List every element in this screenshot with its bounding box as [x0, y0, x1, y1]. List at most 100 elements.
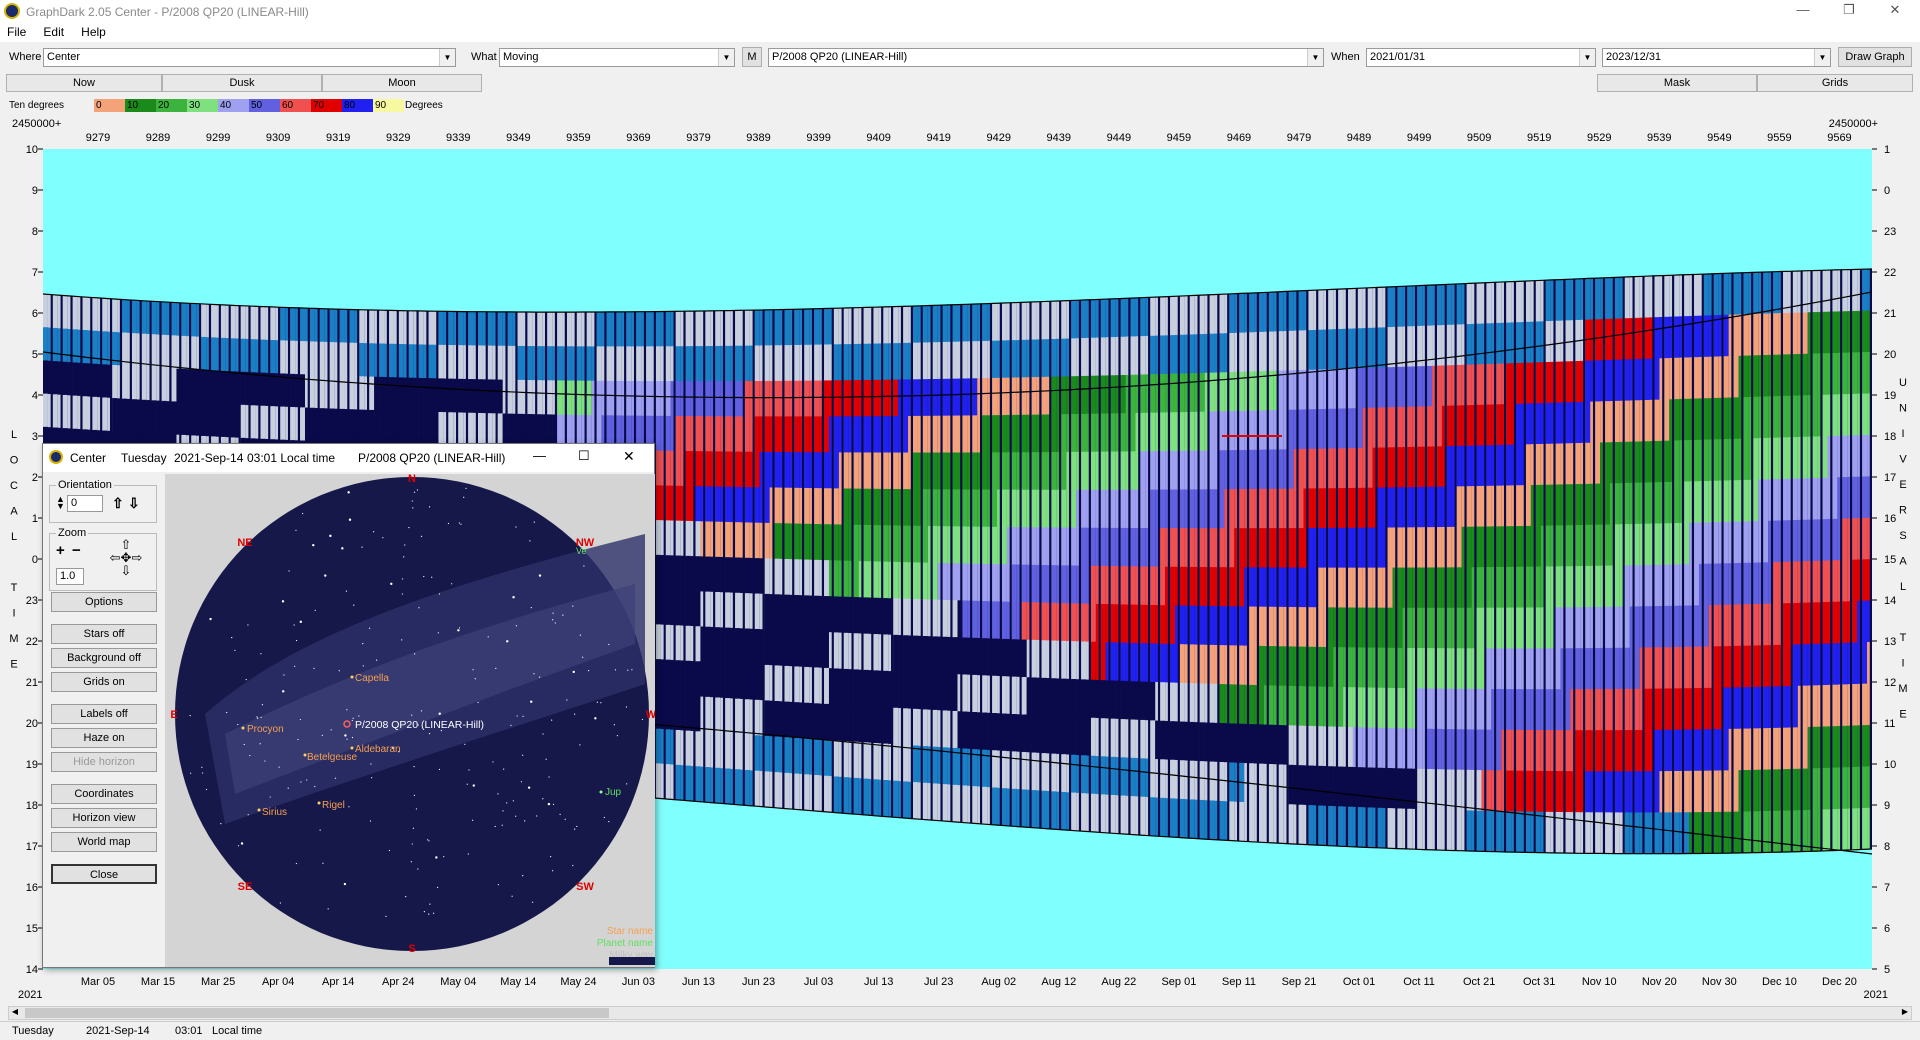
menu-edit[interactable]: Edit	[36, 22, 71, 42]
altitude-cell	[300, 307, 306, 342]
altitude-cell	[1550, 484, 1554, 526]
altitude-cell	[1654, 606, 1660, 648]
chevron-down-icon[interactable]: ▼	[1307, 49, 1323, 66]
altitude-cell	[1011, 751, 1018, 790]
altitude-cell	[1624, 277, 1630, 319]
altitude-cell	[1006, 601, 1010, 640]
altitude-cell	[903, 452, 909, 490]
altitude-cell	[1486, 445, 1492, 487]
altitude-cell	[1535, 566, 1542, 608]
when-start-select[interactable]: 2021/01/31 ▼	[1366, 48, 1596, 67]
altitude-cell	[463, 412, 466, 447]
chevron-down-icon[interactable]: ▼	[439, 49, 455, 66]
altitude-cell	[67, 362, 73, 396]
chevron-down-icon[interactable]: ▼	[1579, 49, 1595, 66]
altitude-cell	[1214, 606, 1218, 646]
altitude-cell	[799, 559, 803, 596]
altitude-cell	[1614, 812, 1621, 855]
altitude-cell	[1649, 771, 1653, 813]
altitude-cell	[675, 415, 681, 452]
altitude-cell	[1605, 442, 1611, 484]
what-value: Moving	[503, 51, 539, 63]
altitude-cell	[1535, 444, 1542, 486]
altitude-cell	[1041, 527, 1047, 566]
tab-moon[interactable]: Moon	[322, 74, 482, 92]
where-select[interactable]: Center ▼	[43, 48, 456, 67]
altitude-cell	[1441, 325, 1445, 366]
altitude-cell	[1427, 648, 1433, 689]
altitude-cell	[1219, 450, 1225, 490]
altitude-cell	[1382, 447, 1386, 488]
altitude-cell	[957, 563, 961, 601]
altitude-cell	[1451, 284, 1455, 326]
tab-grids[interactable]: Grids	[1757, 74, 1913, 92]
altitude-cell	[1179, 450, 1186, 490]
altitude-cell	[1170, 759, 1176, 799]
altitude-cell	[1313, 329, 1317, 371]
altitude-cell	[883, 707, 889, 745]
altitude-cell	[1422, 648, 1425, 689]
altitude-cell	[1461, 324, 1465, 366]
altitude-cell	[1105, 299, 1109, 338]
altitude-cell	[972, 563, 978, 602]
altitude-cell	[102, 397, 108, 432]
altitude-cell	[937, 562, 941, 601]
altitude-cell	[1476, 688, 1482, 730]
altitude-cell	[1491, 323, 1495, 365]
altitude-cell	[1422, 728, 1425, 770]
altitude-cell	[848, 596, 854, 634]
altitude-cell	[1614, 647, 1621, 690]
altitude-cell	[858, 705, 864, 743]
altitude-cell	[641, 346, 644, 382]
tab-now[interactable]: Now	[6, 74, 162, 92]
altitude-cell	[478, 311, 484, 346]
altitude-cell	[710, 416, 714, 452]
altitude-cell	[1585, 606, 1591, 649]
altitude-cell	[1461, 810, 1465, 852]
altitude-cell	[1214, 800, 1218, 841]
altitude-cell	[1392, 728, 1396, 769]
altitude-cell	[275, 340, 279, 374]
altitude-cell	[1595, 401, 1601, 444]
menu-file[interactable]: File	[0, 22, 33, 42]
altitude-cell	[789, 345, 793, 382]
altitude-cell	[883, 634, 889, 672]
draw-graph-button[interactable]: Draw Graph	[1838, 47, 1912, 67]
altitude-cell	[1634, 565, 1640, 607]
altitude-cell	[888, 598, 894, 636]
when-end-select[interactable]: 2023/12/31 ▼	[1602, 48, 1831, 67]
chevron-down-icon[interactable]: ▼	[718, 49, 734, 66]
altitude-cell	[1540, 362, 1544, 404]
altitude-cell	[655, 693, 662, 730]
altitude-cell	[1298, 409, 1304, 450]
altitude-cell	[1056, 640, 1060, 679]
altitude-cell	[52, 394, 59, 428]
altitude-cell	[710, 381, 714, 417]
altitude-cell	[1165, 720, 1171, 761]
altitude-cell	[774, 772, 780, 809]
minimize-icon[interactable]: —	[1780, 2, 1826, 20]
altitude-cell	[1011, 639, 1018, 678]
altitude-cell	[591, 346, 595, 382]
menu-help[interactable]: Help	[74, 22, 113, 42]
what-select[interactable]: Moving ▼	[499, 48, 735, 67]
close-icon[interactable]: ✕	[1872, 2, 1918, 20]
altitude-cell	[1387, 286, 1393, 328]
altitude-cell	[1105, 527, 1109, 567]
altitude-cell	[1155, 797, 1158, 837]
restore-icon[interactable]: ❐	[1826, 2, 1872, 20]
altitude-cell	[992, 601, 998, 640]
altitude-cell	[739, 734, 743, 771]
object-select[interactable]: P/2008 QP20 (LINEAR-Hill) ▼	[768, 48, 1324, 67]
altitude-cell	[1056, 452, 1060, 491]
tab-dusk[interactable]: Dusk	[162, 74, 322, 92]
m-button[interactable]: M	[742, 47, 762, 67]
altitude-cell	[1525, 770, 1532, 813]
tab-mask[interactable]: Mask	[1597, 74, 1757, 92]
chevron-down-icon[interactable]: ▼	[1814, 49, 1830, 66]
altitude-cell	[1259, 449, 1265, 490]
altitude-cell	[799, 630, 805, 668]
altitude-cell	[1377, 527, 1383, 569]
altitude-cell	[1441, 728, 1445, 770]
altitude-cell	[972, 674, 978, 713]
